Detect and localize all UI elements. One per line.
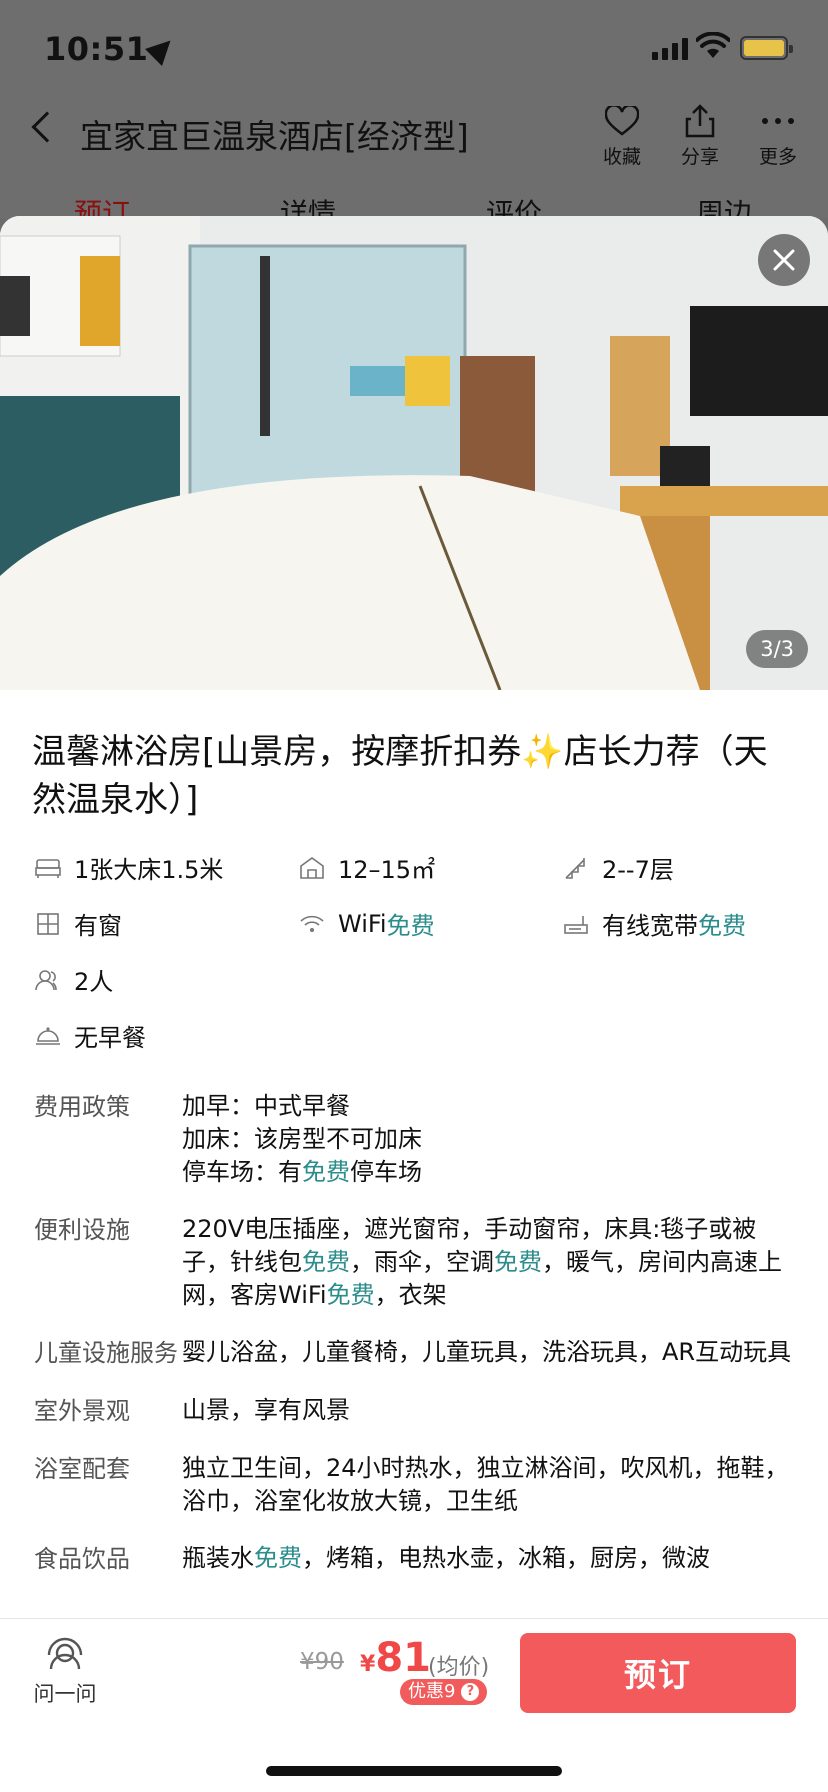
room-title: 温馨淋浴房[山景房，按摩折扣券✨店长力荐（天然温泉水）] [32,732,768,820]
battery-icon [740,36,793,60]
wifi-text: WiFi [338,909,387,938]
bed-icon [34,854,62,882]
policy-row-facilities: 便利设施 220V电压插座，遮光窗帘，手动窗帘，床具:毯子或被子，针线包免费，雨… [34,1213,794,1312]
guests-icon [34,966,62,994]
cloche-icon [34,1022,62,1050]
favorite-label: 收藏 [602,146,641,168]
kids-label: 儿童设施服务 [34,1339,178,1367]
ask-button[interactable]: 问一问 [30,1633,100,1708]
attr-wifi: WiFi 免费 [298,906,435,941]
hotel-title: 宜家宜巨温泉酒店[经济型] [80,117,469,156]
view-value: 山景，享有风景 [182,1396,350,1424]
attr-guests: 2人 [34,962,113,997]
attr-area: 12–15㎡ [298,850,435,885]
close-button[interactable] [758,234,810,286]
help-icon: ? [461,1683,480,1701]
guests-text: 2人 [74,968,114,996]
room-attributes: 1张大床1.5米 12–15㎡ 2--7层 有窗 WiFi 免费 有线宽带 免费 2… [0,824,828,1084]
price-unit: (均价) [428,1655,490,1680]
ethernet-icon [562,910,590,938]
home-indicator [266,1766,562,1776]
policy-row-kids: 儿童设施服务 婴儿浴盆，儿童餐椅，儿童玩具，洗浴玩具，AR互动玩具 [34,1336,794,1370]
food-value: 瓶装水免费，烤箱，电热水壶，冰箱，厨房，微波 [182,1544,710,1572]
food-label: 食品饮品 [34,1545,130,1573]
status-bar: 10:51 [0,0,828,100]
share-button[interactable]: 分享 [670,102,730,169]
more-icon [748,102,808,140]
headset-icon [47,1637,83,1670]
attr-bed: 1张大床1.5米 [34,850,223,885]
kids-value: 婴儿浴盆，儿童餐椅，儿童玩具，洗浴玩具，AR互动玩具 [182,1338,792,1366]
original-price: ¥90 [300,1649,344,1675]
attr-window: 有窗 [34,906,122,941]
breakfast-text: 无早餐 [74,1024,146,1052]
bed-text: 1张大床1.5米 [74,856,224,884]
fee-line-1: 加早：中式早餐 [182,1092,350,1120]
bath-label: 浴室配套 [34,1455,130,1483]
policy-row-view: 室外景观 山景，享有风景 [34,1394,794,1428]
cellular-signal-icon [652,38,688,60]
fee-line-2: 加床：该房型不可加床 [182,1125,422,1153]
broadband-text: 有线宽带 [602,912,698,940]
share-label: 分享 [680,146,719,168]
policy-row-food: 食品饮品 瓶装水免费，烤箱，电热水壶，冰箱，厨房，微波 [34,1542,794,1576]
stairs-icon [562,854,590,882]
facility-label: 便利设施 [34,1216,130,1244]
window-text: 有窗 [74,912,122,940]
house-icon [298,854,326,882]
ask-label: 问一问 [33,1682,97,1706]
wifi-status-icon [695,31,731,64]
nav-bar: 宜家宜巨温泉酒店[经济型] 收藏 分享 更多 预订 详情 评价 周边 [0,100,828,222]
floor-text: 2--7层 [602,856,674,884]
policy-row-fee: 费用政策 加早：中式早餐 加床：该房型不可加床 停车场：有免费停车场 [34,1090,794,1189]
room-photo[interactable]: 3/3 [0,216,828,690]
book-button[interactable]: 预订 [520,1633,796,1713]
discount-badge[interactable]: 优惠9? [400,1679,488,1705]
close-icon [773,249,795,271]
back-icon[interactable] [31,111,63,143]
bath-value: 独立卫生间，24小时热水，独立淋浴间，吹风机，拖鞋，浴巾，浴室化妆放大镜，卫生纸 [182,1454,789,1515]
attr-breakfast: 无早餐 [34,1018,146,1053]
more-button[interactable]: 更多 [748,102,808,169]
attr-floor: 2--7层 [562,850,674,885]
facility-value: 220V电压插座，遮光窗帘，手动窗帘，床具:毯子或被子，针线包免费，雨伞，空调免… [182,1215,782,1309]
window-icon [34,910,62,938]
room-detail-sheet: 3/3 温馨淋浴房[山景房，按摩折扣券✨店长力荐（天然温泉水）] 1张大床1.5… [0,216,828,1792]
wifi-free-text: 免费 [386,912,435,940]
view-label: 室外景观 [34,1397,130,1425]
share-icon [670,102,730,140]
room-photo-illustration [0,216,828,690]
location-arrow-icon [145,32,179,66]
heart-icon [592,102,652,140]
policy-row-bath: 浴室配套 独立卫生间，24小时热水，独立淋浴间，吹风机，拖鞋，浴巾，浴室化妆放大… [34,1452,794,1518]
photo-counter: 3/3 [746,630,808,668]
area-text: 12–15㎡ [338,856,436,884]
more-label: 更多 [758,146,797,168]
fee-label: 费用政策 [34,1093,130,1121]
fee-line-3: 停车场：有免费停车场 [182,1158,422,1186]
fee-value: 加早：中式早餐 加床：该房型不可加床 停车场：有免费停车场 [182,1090,794,1189]
current-price: ¥81 [360,1635,431,1681]
favorite-button[interactable]: 收藏 [592,102,652,169]
status-time: 10:51 [44,30,149,68]
wifi-icon [298,910,326,938]
policy-section: 费用政策 加早：中式早餐 加床：该房型不可加床 停车场：有免费停车场 便利设施 … [0,1084,828,1576]
broadband-free-text: 免费 [698,912,746,940]
attr-broadband: 有线宽带 免费 [562,906,746,941]
